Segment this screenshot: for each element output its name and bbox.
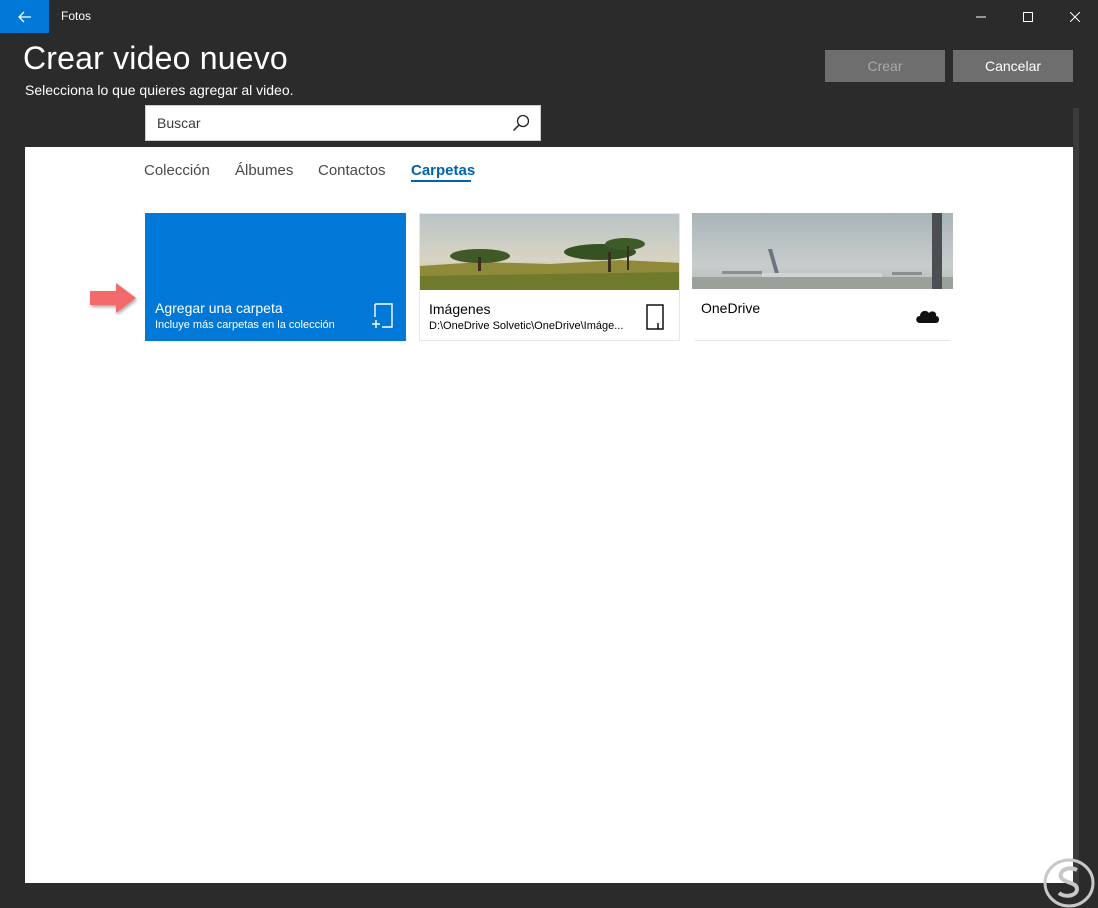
tab-coleccion[interactable]: Colección xyxy=(144,162,210,179)
page-title: Crear video nuevo xyxy=(23,40,288,76)
onedrive-folder-name: OneDrive xyxy=(701,300,761,316)
add-folder-title: Agregar una carpeta xyxy=(155,300,283,316)
minimize-button[interactable] xyxy=(958,0,1004,33)
app-title: Fotos xyxy=(61,9,92,23)
cancel-button[interactable]: Cancelar xyxy=(953,50,1073,82)
title-bar: Fotos xyxy=(0,0,1098,33)
cloud-icon xyxy=(916,310,939,323)
search-icon[interactable] xyxy=(512,114,530,132)
tile-divider xyxy=(695,340,950,341)
search-box xyxy=(145,105,541,141)
close-button[interactable] xyxy=(1052,0,1098,33)
device-folder-icon xyxy=(646,304,664,330)
add-folder-icon xyxy=(372,303,393,328)
onedrive-thumbnail xyxy=(692,213,953,289)
tab-carpetas[interactable]: Carpetas xyxy=(411,162,475,179)
images-thumbnail xyxy=(420,214,679,290)
onedrive-folder-tile[interactable]: OneDrive xyxy=(692,213,953,341)
scrollbar-track xyxy=(1073,108,1079,886)
page-subtitle: Selecciona lo que quieres agregar al vid… xyxy=(25,82,294,98)
add-folder-subtitle: Incluye más carpetas en la colección xyxy=(155,319,335,331)
back-button[interactable] xyxy=(0,0,49,33)
minimize-icon xyxy=(976,16,986,17)
tab-albumes[interactable]: Álbumes xyxy=(235,162,293,179)
add-folder-tile[interactable]: Agregar una carpeta Incluye más carpetas… xyxy=(145,213,406,341)
solvetic-logo xyxy=(1043,858,1095,908)
active-tab-indicator xyxy=(411,180,471,182)
close-icon xyxy=(1070,11,1080,22)
maximize-icon xyxy=(1023,11,1033,22)
search-input[interactable] xyxy=(157,106,497,140)
images-folder-tile[interactable]: Imágenes D:\OneDrive Solvetic\OneDrive\I… xyxy=(419,213,680,341)
create-button[interactable]: Crear xyxy=(825,50,945,82)
images-folder-path: D:\OneDrive Solvetic\OneDrive\Imáge... xyxy=(429,320,624,332)
pointer-arrow-icon xyxy=(90,283,136,313)
back-arrow-icon xyxy=(17,11,31,22)
images-folder-name: Imágenes xyxy=(429,301,491,317)
maximize-button[interactable] xyxy=(1005,0,1051,33)
tab-contactos[interactable]: Contactos xyxy=(318,162,386,179)
